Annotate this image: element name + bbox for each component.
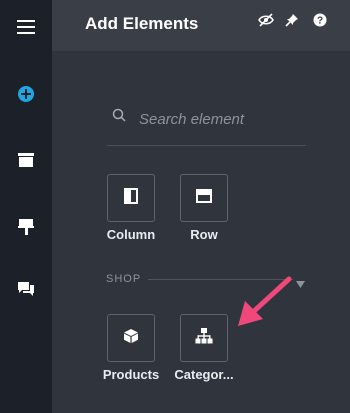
element-products[interactable]: Products	[103, 314, 159, 382]
chat-icon	[17, 281, 35, 302]
help-button[interactable]: ?	[312, 13, 328, 32]
menu-button[interactable]	[0, 9, 52, 49]
section-shop-label: SHOP	[106, 273, 142, 285]
search-bar	[107, 101, 306, 146]
element-row-label: Row	[190, 227, 218, 242]
paint-roller-icon	[17, 218, 35, 241]
add-circle-icon	[17, 85, 35, 108]
layers-button[interactable]	[0, 142, 52, 182]
sitemap-icon	[195, 327, 213, 349]
pin-button[interactable]	[284, 13, 300, 32]
search-input[interactable]	[137, 107, 306, 131]
help-icon: ?	[313, 13, 327, 32]
menu-icon	[16, 19, 36, 40]
add-elements-button[interactable]	[0, 76, 52, 116]
add-elements-panel: Add Elements ? Column	[52, 0, 350, 413]
comments-button[interactable]	[0, 271, 52, 311]
panel-header: Add Elements ?	[52, 0, 350, 51]
cube-icon	[123, 328, 139, 349]
element-categories[interactable]: Categor...	[174, 314, 234, 382]
svg-text:?: ?	[317, 15, 323, 26]
column-icon	[124, 187, 138, 209]
eye-off-icon	[258, 12, 274, 32]
caret-down-icon	[296, 275, 305, 292]
section-shop-toggle[interactable]	[296, 275, 305, 293]
row-icon	[196, 188, 212, 208]
left-rail	[0, 0, 52, 413]
panel-title: Add Elements	[85, 14, 199, 33]
design-button[interactable]	[0, 209, 52, 249]
element-categories-label: Categor...	[174, 367, 234, 382]
annotation-arrow	[238, 276, 292, 326]
element-column[interactable]: Column	[107, 174, 155, 242]
folder-icon	[17, 152, 35, 173]
hide-button[interactable]	[258, 12, 274, 32]
element-row[interactable]: Row	[180, 174, 228, 242]
pin-icon	[285, 13, 299, 32]
search-icon	[112, 108, 126, 127]
